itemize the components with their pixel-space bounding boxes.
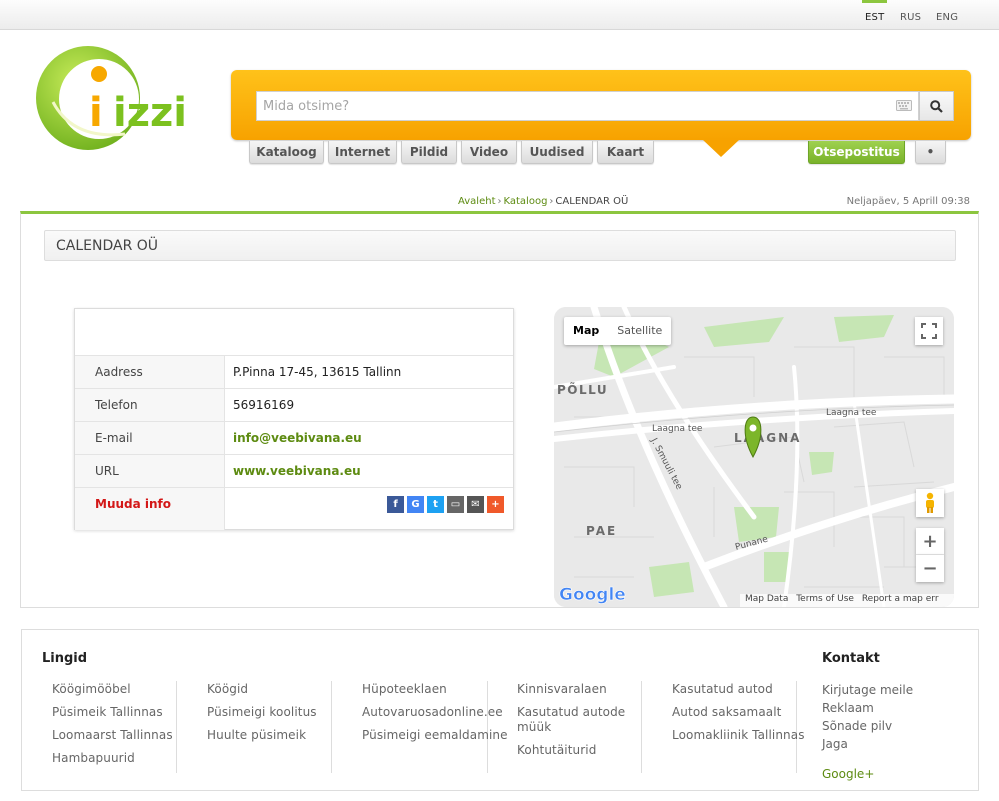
logo-text: izzi bbox=[113, 90, 187, 136]
izzi-logo[interactable]: i izzi bbox=[33, 44, 213, 156]
tab-uudised[interactable]: Uudised bbox=[521, 141, 593, 164]
contact-links: Kirjutage meile Reklaam Sõnade pilv Jaga bbox=[822, 681, 913, 753]
location-map[interactable]: PÕLLU LAAGNA PAE Laagna tee Laagna tee J… bbox=[554, 307, 954, 607]
page-title: CALENDAR OÜ bbox=[56, 238, 159, 254]
pegman-icon bbox=[926, 492, 934, 513]
current-datetime: Neljapäev, 5 Aprill 09:38 bbox=[846, 196, 970, 207]
edit-info-link[interactable]: Muuda info bbox=[95, 497, 171, 511]
email-label: E-mail bbox=[95, 431, 133, 445]
contact-heading: Kontakt bbox=[822, 651, 880, 666]
info-row-phone: Telefon 56916169 bbox=[75, 388, 513, 421]
breadcrumb: Avaleht › Kataloog › CALENDAR OÜ bbox=[458, 196, 629, 207]
footer-links-column-4: Kinnisvaralaen Kasutatud autode müük Koh… bbox=[517, 681, 642, 773]
tab-video[interactable]: Video bbox=[461, 141, 517, 164]
advertising-link[interactable]: Reklaam bbox=[822, 699, 913, 717]
info-row-address: Aadress P.Pinna 17-45, 13615 Tallinn bbox=[75, 355, 513, 388]
map-type-control: Map Satellite bbox=[564, 317, 672, 345]
footer-link[interactable]: Kinnisvaralaen bbox=[517, 678, 641, 701]
phone-value: 56916169 bbox=[233, 398, 295, 412]
active-language-indicator bbox=[862, 0, 887, 3]
report-map-error-link[interactable]: Report a map err bbox=[862, 594, 939, 604]
phone-label: Telefon bbox=[95, 398, 138, 412]
share-icons: f G t ▭ ✉ + bbox=[387, 496, 504, 513]
footer-link[interactable]: Köögimööbel bbox=[52, 678, 176, 701]
address-label: Aadress bbox=[95, 365, 143, 379]
keyboard-icon[interactable] bbox=[896, 100, 912, 111]
footer-link[interactable]: Püsimeik Tallinnas bbox=[52, 701, 176, 724]
footer-links-column-2: Köögid Püsimeigi koolitus Huulte püsimei… bbox=[207, 681, 332, 773]
tab-kataloog[interactable]: Kataloog bbox=[249, 141, 324, 164]
footer-link[interactable]: Autovaruosadonline.ee bbox=[362, 701, 503, 724]
svg-text:i: i bbox=[89, 90, 103, 136]
map-label-pae: PAE bbox=[586, 524, 617, 538]
more-button[interactable]: • bbox=[915, 141, 946, 164]
breadcrumb-current: CALENDAR OÜ bbox=[555, 196, 629, 207]
footer-link[interactable]: Loomaarst Tallinnas bbox=[52, 724, 176, 747]
email-link[interactable]: info@veebivana.eu bbox=[233, 431, 362, 445]
search-icon bbox=[930, 99, 943, 113]
footer-link[interactable]: Hüpoteeklaen bbox=[362, 678, 487, 701]
search-button[interactable] bbox=[919, 91, 954, 121]
language-eng[interactable]: ENG bbox=[936, 12, 958, 23]
otsepostitus-button[interactable]: Otsepostitus bbox=[808, 141, 905, 164]
map-attribution: Map Data Terms of Use Report a map err bbox=[740, 594, 954, 607]
print-icon[interactable]: ▭ bbox=[447, 496, 464, 513]
street-view-button[interactable] bbox=[916, 489, 944, 517]
footer-link[interactable]: Kasutatud autod bbox=[672, 678, 796, 701]
tab-kaart[interactable]: Kaart bbox=[597, 141, 654, 164]
breadcrumb-catalog[interactable]: Kataloog bbox=[504, 196, 548, 207]
map-canvas[interactable]: PÕLLU LAAGNA PAE Laagna tee Laagna tee J… bbox=[554, 307, 954, 607]
website-link[interactable]: www.veebivana.eu bbox=[233, 464, 361, 478]
url-label: URL bbox=[95, 464, 119, 478]
footer-link[interactable]: Autod saksamaalt bbox=[672, 701, 796, 724]
zoom-in-button[interactable]: + bbox=[916, 528, 944, 555]
map-data-link[interactable]: Map Data bbox=[745, 594, 788, 604]
tab-pildid[interactable]: Pildid bbox=[401, 141, 457, 164]
info-row-email: E-mail info@veebivana.eu bbox=[75, 421, 513, 454]
terms-of-use-link[interactable]: Terms of Use bbox=[796, 594, 854, 604]
footer-link[interactable]: Loomakliinik Tallinnas bbox=[672, 724, 804, 747]
map-label-laagna: LAAGNA bbox=[734, 431, 801, 445]
footer-link[interactable]: Kohtutäiturid bbox=[517, 739, 641, 762]
map-type-satellite[interactable]: Satellite bbox=[608, 317, 671, 345]
facebook-icon[interactable]: f bbox=[387, 496, 404, 513]
search-panel-pointer bbox=[703, 140, 739, 157]
share-link[interactable]: Jaga bbox=[822, 735, 913, 753]
write-to-us-link[interactable]: Kirjutage meile bbox=[822, 681, 913, 699]
address-value: P.Pinna 17-45, 13615 Tallinn bbox=[233, 365, 402, 379]
fullscreen-button[interactable] bbox=[915, 317, 943, 345]
map-label-laagna-tee-west: Laagna tee bbox=[652, 424, 703, 434]
language-bar: EST RUS ENG bbox=[0, 0, 999, 30]
google-icon[interactable]: G bbox=[407, 496, 424, 513]
language-est[interactable]: EST bbox=[865, 12, 884, 23]
footer-link[interactable]: Püsimeigi eemaldamine bbox=[362, 724, 508, 747]
footer-links-column-3: Hüpoteeklaen Autovaruosadonline.ee Püsim… bbox=[362, 678, 508, 773]
footer-links-column-5: Kasutatud autod Autod saksamaalt Loomakl… bbox=[672, 678, 804, 773]
tab-internet[interactable]: Internet bbox=[328, 141, 397, 164]
footer-link[interactable]: Köögid bbox=[207, 678, 331, 701]
links-heading: Lingid bbox=[42, 651, 88, 666]
footer-links-column-1: Köögimööbel Püsimeik Tallinnas Loomaarst… bbox=[52, 681, 177, 773]
info-row-actions: Muuda info f G t ▭ ✉ + bbox=[75, 487, 513, 530]
email-icon[interactable]: ✉ bbox=[467, 496, 484, 513]
company-title-bar: CALENDAR OÜ bbox=[44, 230, 956, 261]
add-icon[interactable]: + bbox=[487, 496, 504, 513]
footer-link[interactable]: Püsimeigi koolitus bbox=[207, 701, 331, 724]
google-plus-link[interactable]: Google+ bbox=[822, 767, 874, 781]
twitter-icon[interactable]: t bbox=[427, 496, 444, 513]
map-label-pollu: PÕLLU bbox=[557, 382, 608, 397]
zoom-out-button[interactable]: − bbox=[916, 555, 944, 582]
fullscreen-icon bbox=[921, 323, 937, 339]
map-type-map[interactable]: Map bbox=[564, 317, 608, 345]
breadcrumb-home[interactable]: Avaleht bbox=[458, 196, 496, 207]
footer-link[interactable]: Hambapuurid bbox=[52, 747, 176, 770]
footer-link[interactable]: Huulte püsimeik bbox=[207, 724, 331, 747]
map-label-laagna-tee-east: Laagna tee bbox=[826, 408, 877, 418]
word-cloud-link[interactable]: Sõnade pilv bbox=[822, 717, 913, 735]
info-row-url: URL www.veebivana.eu bbox=[75, 454, 513, 487]
language-rus[interactable]: RUS bbox=[900, 12, 921, 23]
google-map-logo: Google bbox=[559, 585, 626, 605]
search-input[interactable] bbox=[256, 91, 919, 121]
company-info-table: Aadress P.Pinna 17-45, 13615 Tallinn Tel… bbox=[74, 308, 514, 530]
